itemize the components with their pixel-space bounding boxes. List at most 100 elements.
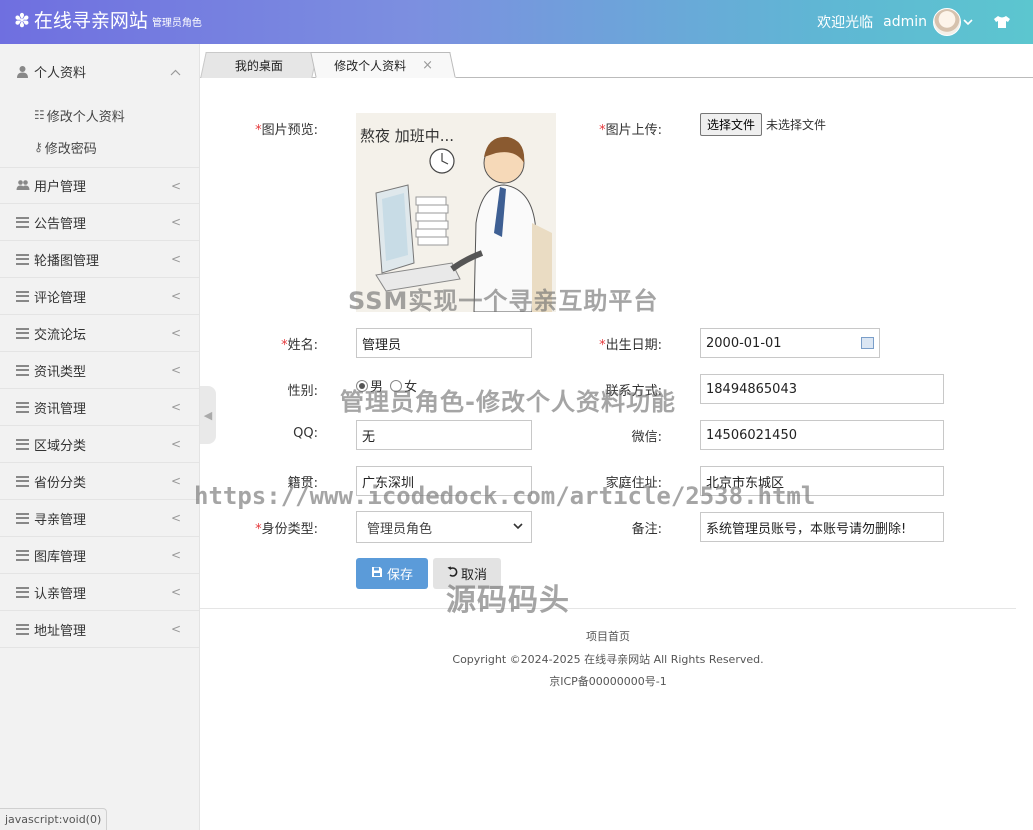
chevron-up-icon: [170, 65, 181, 79]
chevron-left-icon: <: [170, 622, 181, 636]
sidebar-item-news[interactable]: 资讯管理 <: [0, 389, 199, 426]
file-upload: 选择文件 未选择文件: [700, 113, 826, 136]
sidebar-item-regions[interactable]: 区域分类 <: [0, 426, 199, 463]
menu-icon: [16, 290, 29, 302]
save-button[interactable]: 保存: [356, 558, 428, 589]
sidebar-submenu: ☷ 修改个人资料 ⚷ 修改密码: [0, 99, 199, 163]
calendar-icon[interactable]: [861, 337, 874, 349]
menu-icon: [16, 438, 29, 450]
tab-edit-profile[interactable]: 修改个人资料 ×: [310, 52, 456, 78]
sidebar-item-label: 省份分类: [34, 475, 87, 491]
chevron-left-icon: <: [170, 289, 181, 303]
sidebar-item-users[interactable]: 用户管理 <: [0, 167, 199, 204]
sidebar-item-gallery[interactable]: 图库管理 <: [0, 537, 199, 574]
menu-icon: [16, 253, 29, 265]
sidebar-item-label: 交流论坛: [34, 327, 87, 343]
menu-icon: [16, 623, 29, 635]
top-header: ✽ 在线寻亲网站 管理员角色 欢迎光临 admin: [0, 0, 1033, 44]
sidebar-item-recognition[interactable]: 认亲管理 <: [0, 574, 199, 611]
avatar[interactable]: [933, 8, 961, 36]
sidebar-item-label: 资讯类型: [34, 364, 87, 380]
birth-label: *出生日期:: [599, 338, 662, 353]
role-label: 管理员角色: [151, 18, 202, 29]
save-icon: [371, 566, 383, 582]
wechat-field[interactable]: 14506021450: [700, 420, 944, 450]
menu-icon: [16, 327, 29, 339]
phone-field[interactable]: 18494865043: [700, 374, 944, 404]
chevron-left-icon: <: [170, 252, 181, 266]
preview-label: *图片预览:: [255, 123, 318, 138]
footer-home-link[interactable]: 项目首页: [200, 628, 1016, 644]
menu-icon: [16, 512, 29, 524]
sidebar-subitem-change-password[interactable]: ⚷ 修改密码: [34, 131, 199, 163]
subitem-label: 修改个人资料: [46, 109, 125, 125]
sidebar-item-search-family[interactable]: 寻亲管理 <: [0, 500, 199, 537]
footer-divider: [200, 608, 1016, 609]
identity-label: *身份类型:: [255, 522, 318, 537]
origin-field[interactable]: 广东深圳: [356, 466, 532, 496]
sidebar-subitem-edit-profile[interactable]: ☷ 修改个人资料: [34, 99, 199, 131]
edit-icon: ☷: [34, 108, 45, 122]
sidebar-item-personal[interactable]: 个人资料: [0, 44, 199, 99]
tab-label: 修改个人资料: [333, 58, 406, 73]
phone-label: 联系方式:: [605, 384, 662, 399]
sidebar-item-news-types[interactable]: 资讯类型 <: [0, 352, 199, 389]
choose-file-button[interactable]: 选择文件: [700, 113, 763, 136]
sidebar-item-label: 地址管理: [34, 623, 87, 639]
gender-label: 性别:: [287, 384, 318, 399]
name-label: *姓名:: [281, 338, 318, 353]
subitem-label: 修改密码: [44, 141, 97, 157]
menu-icon: [16, 549, 29, 561]
identity-select[interactable]: 管理员角色: [356, 511, 532, 543]
qq-field[interactable]: 无: [356, 420, 532, 450]
gear-icon: ✽: [14, 10, 30, 32]
sidebar-item-label: 寻亲管理: [34, 512, 87, 528]
file-status: 未选择文件: [766, 118, 827, 132]
cancel-button[interactable]: 取消: [433, 558, 501, 589]
site-logo[interactable]: ✽ 在线寻亲网站 管理员角色: [14, 9, 202, 33]
sidebar-item-label: 用户管理: [34, 180, 87, 195]
chevron-left-icon: <: [170, 474, 181, 488]
upload-label: *图片上传:: [599, 123, 662, 138]
main-content: *图片预览: 熬夜 加班中... *图片上传: 选择文件 未选择文件 *姓名: …: [200, 78, 1033, 830]
address-label: 家庭住址:: [605, 476, 662, 491]
chevron-down-icon: [513, 520, 523, 533]
chevron-left-icon: <: [170, 548, 181, 562]
tab-label: 我的桌面: [234, 59, 283, 73]
gender-male-radio[interactable]: [356, 380, 368, 392]
sidebar-item-announcements[interactable]: 公告管理 <: [0, 204, 199, 241]
shirt-icon[interactable]: [993, 15, 1011, 29]
undo-icon: [447, 566, 459, 582]
sidebar-item-label: 区域分类: [34, 438, 87, 454]
tab-bar: 我的桌面 修改个人资料 ×: [200, 44, 1033, 78]
wechat-label: 微信:: [631, 430, 662, 445]
profile-image-preview: 熬夜 加班中...: [356, 113, 556, 312]
sidebar-item-label: 图库管理: [34, 549, 87, 565]
user-icon: [16, 65, 30, 79]
gender-female-radio[interactable]: [390, 380, 403, 392]
sidebar-item-forum[interactable]: 交流论坛 <: [0, 315, 199, 352]
chevron-down-icon[interactable]: [963, 15, 973, 29]
address-field[interactable]: 北京市东城区: [700, 466, 944, 496]
birth-date-field[interactable]: 2000-01-01: [700, 328, 880, 358]
sidebar-item-comments[interactable]: 评论管理 <: [0, 278, 199, 315]
remark-field[interactable]: 系统管理员账号，本账号请勿删除!: [700, 512, 944, 542]
menu-icon: [16, 586, 29, 598]
sidebar-item-label: 公告管理: [34, 216, 87, 232]
sidebar-item-addresses[interactable]: 地址管理 <: [0, 611, 199, 648]
welcome-text: 欢迎光临: [817, 15, 874, 31]
name-field[interactable]: 管理员: [356, 328, 532, 358]
username[interactable]: admin: [883, 14, 927, 30]
origin-label: 籍贯:: [287, 476, 318, 491]
site-title: 在线寻亲网站: [33, 10, 148, 32]
preview-caption: 熬夜 加班中...: [360, 127, 454, 145]
tab-desktop[interactable]: 我的桌面: [200, 52, 318, 78]
close-icon[interactable]: ×: [422, 58, 433, 73]
sidebar-item-carousel[interactable]: 轮播图管理 <: [0, 241, 199, 278]
sidebar-item-label: 认亲管理: [34, 586, 87, 602]
sidebar-item-provinces[interactable]: 省份分类 <: [0, 463, 199, 500]
chevron-left-icon: <: [170, 326, 181, 340]
gender-male-label: 男: [370, 380, 384, 395]
chevron-left-icon: <: [170, 363, 181, 377]
sidebar-item-label: 轮播图管理: [34, 253, 100, 269]
